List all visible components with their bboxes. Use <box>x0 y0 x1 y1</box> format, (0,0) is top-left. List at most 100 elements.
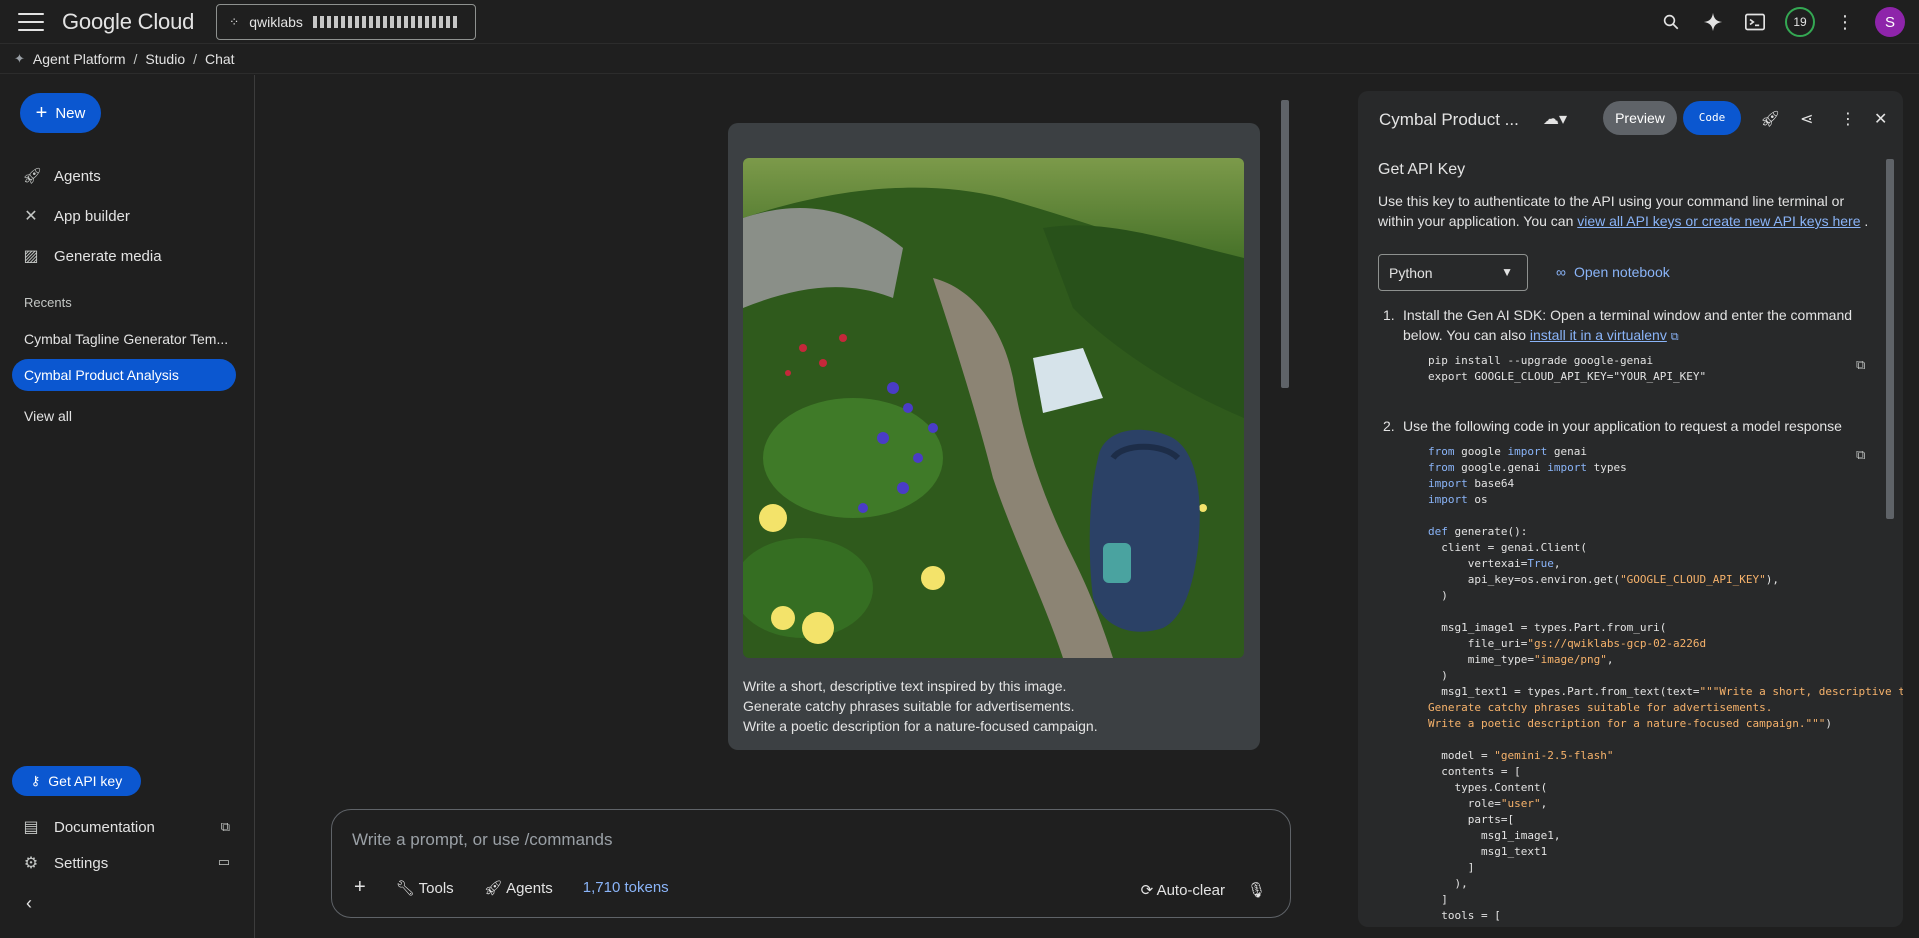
add-icon[interactable]: + <box>354 876 366 899</box>
tools-icon: ✕ <box>24 208 38 225</box>
message-image[interactable] <box>743 158 1244 658</box>
copy-icon[interactable]: ⧉ <box>1856 357 1865 373</box>
user-message-card: Write a short, descriptive text inspired… <box>728 123 1260 750</box>
recent-item[interactable]: Cymbal Tagline Generator Tem... <box>12 323 236 355</box>
external-link-icon: ⧉ <box>220 819 230 834</box>
panel-title: Cymbal Product ... <box>1379 110 1519 129</box>
token-count[interactable]: 1,710 tokens <box>583 879 669 896</box>
install-code-block[interactable]: pip install --upgrade google-genai expor… <box>1428 353 1706 385</box>
device-icon[interactable]: ▭ <box>218 854 230 870</box>
agents-button[interactable]: 🚀︎ Agents <box>484 879 553 897</box>
preview-tab[interactable]: Preview <box>1603 101 1677 135</box>
new-button-label: New <box>55 104 86 122</box>
message-line: Generate catchy phrases suitable for adv… <box>743 698 1075 714</box>
external-link-icon: ⧉ <box>1670 331 1679 343</box>
recent-item-active[interactable]: Cymbal Product Analysis <box>12 359 236 391</box>
wrench-icon: 🔧︎ <box>395 879 415 897</box>
get-api-key-label: Get API key <box>48 773 123 789</box>
key-icon: ⚷ <box>30 773 41 788</box>
language-select[interactable]: Python ▼ <box>1378 254 1528 291</box>
project-picker[interactable]: ⁘ qwiklabs <box>216 3 477 40</box>
description-end: . <box>1864 213 1869 229</box>
agents-label: Agents <box>506 879 553 897</box>
sidebar-item-label: App builder <box>54 207 130 225</box>
sidebar-item-label: Generate media <box>54 247 162 265</box>
refresh-icon: ⟳ <box>1140 882 1154 899</box>
auto-clear-button[interactable]: ⟳ Auto-clear <box>1141 881 1225 899</box>
language-value: Python <box>1389 264 1433 281</box>
view-all-link[interactable]: View all <box>24 408 72 424</box>
message-line: Write a poetic description for a nature-… <box>743 718 1098 734</box>
chat-scrollbar[interactable] <box>1281 100 1289 388</box>
avatar[interactable]: S <box>1875 7 1905 37</box>
sidebar-item-agents[interactable]: 🚀︎ Agents <box>22 166 101 186</box>
google-cloud-logo[interactable]: Google Cloud <box>62 9 194 35</box>
virtualenv-link[interactable]: install it in a virtualenv <box>1530 327 1667 343</box>
deploy-icon[interactable]: 🚀︎ <box>1760 109 1780 129</box>
prompt-input[interactable]: Write a prompt, or use /commands <box>352 830 612 850</box>
step-1: 1. Install the Gen AI SDK: Open a termin… <box>1383 305 1863 347</box>
open-notebook-label: Open notebook <box>1573 264 1670 280</box>
step-2: 2. Use the following code in your applic… <box>1383 416 1863 436</box>
sidebar-item-app-builder[interactable]: ✕ App builder <box>22 206 130 226</box>
panel-scrollbar[interactable] <box>1886 159 1894 519</box>
step-number: 1. <box>1383 307 1395 323</box>
breadcrumb-chat[interactable]: Chat <box>205 51 235 67</box>
gear-icon: ⚙ <box>23 855 39 872</box>
close-icon[interactable]: ✕ <box>1874 109 1887 129</box>
step-number: 2. <box>1383 418 1395 434</box>
project-name: qwiklabs <box>249 13 303 30</box>
sidebar-item-label: Documentation <box>54 818 155 836</box>
agent-platform-icon: ✦ <box>14 50 25 66</box>
share-icon[interactable]: ⋖ <box>1800 109 1813 129</box>
notifications-badge[interactable]: 19 <box>1785 7 1815 37</box>
get-api-key-button[interactable]: ⚷ Get API key <box>12 766 141 796</box>
cloud-save-icon[interactable]: ☁︎▾ <box>1543 109 1567 129</box>
recents-label: Recents <box>24 295 72 310</box>
step-text: Install the Gen AI SDK: Open a terminal … <box>1403 305 1863 347</box>
open-notebook-link[interactable]: ∞ Open notebook <box>1556 264 1670 280</box>
search-icon[interactable] <box>1659 10 1683 34</box>
tools-button[interactable]: 🔧︎ Tools <box>396 879 454 897</box>
top-bar: Google Cloud ⁘ qwiklabs 19 ⋮ S <box>0 0 1919 44</box>
more-vert-icon[interactable]: ⋮ <box>1840 109 1856 129</box>
media-icon: ▨ <box>23 248 39 265</box>
breadcrumb-separator: / <box>133 50 138 67</box>
rocket-icon: 🚀︎ <box>22 168 43 185</box>
plus-icon: + <box>35 102 48 124</box>
menu-icon[interactable] <box>18 12 44 31</box>
tools-label: Tools <box>418 879 454 897</box>
code-tab[interactable]: Code <box>1683 101 1741 135</box>
python-code-block[interactable]: from google import genai from google.gen… <box>1428 444 1903 924</box>
gemini-sparkle-icon[interactable] <box>1701 10 1725 34</box>
project-icon: ⁘ <box>229 14 240 29</box>
microphone-icon[interactable]: 🎙︎ <box>1247 881 1266 899</box>
prompt-composer: Write a prompt, or use /commands + 🔧︎ To… <box>331 809 1291 918</box>
collapse-sidebar-icon[interactable]: ‹ <box>26 893 32 914</box>
sidebar: + New 🚀︎ Agents ✕ App builder ▨ Generate… <box>0 75 255 938</box>
composer-right-actions: ⟳ Auto-clear 🎙︎ <box>1141 881 1266 899</box>
code-panel: Cymbal Product ... ☁︎▾ Preview Code 🚀︎ ⋖… <box>1358 91 1903 927</box>
breadcrumb-agent-platform[interactable]: Agent Platform <box>33 51 126 67</box>
section-title: Get API Key <box>1378 161 1466 178</box>
new-button[interactable]: + New <box>20 93 101 133</box>
top-right-actions: 19 ⋮ S <box>1659 4 1905 40</box>
sidebar-item-label: Settings <box>54 854 109 872</box>
sidebar-item-generate-media[interactable]: ▨ Generate media <box>22 246 162 266</box>
sidebar-item-settings[interactable]: ⚙ Settings <box>22 853 108 873</box>
documentation-icon: ▤ <box>23 819 39 836</box>
link-icon: ∞ <box>1556 264 1566 280</box>
more-vert-icon[interactable]: ⋮ <box>1833 10 1857 34</box>
cloud-shell-icon[interactable] <box>1743 10 1767 34</box>
sidebar-item-label: Agents <box>54 167 101 185</box>
breadcrumb-separator: / <box>193 50 197 67</box>
rocket-icon: 🚀︎ <box>483 879 503 897</box>
breadcrumb-studio[interactable]: Studio <box>145 51 185 67</box>
chat-area: Write a short, descriptive text inspired… <box>256 75 1356 938</box>
message-line: Write a short, descriptive text inspired… <box>743 678 1067 694</box>
panel-body: Get API Key Use this key to authenticate… <box>1378 161 1903 922</box>
api-keys-link[interactable]: view all API keys or create new API keys… <box>1577 213 1860 229</box>
dropdown-arrow-icon: ▼ <box>1501 265 1513 279</box>
breadcrumb: ✦ Agent Platform / Studio / Chat <box>0 44 1919 74</box>
sidebar-item-documentation[interactable]: ▤ Documentation <box>22 817 155 837</box>
